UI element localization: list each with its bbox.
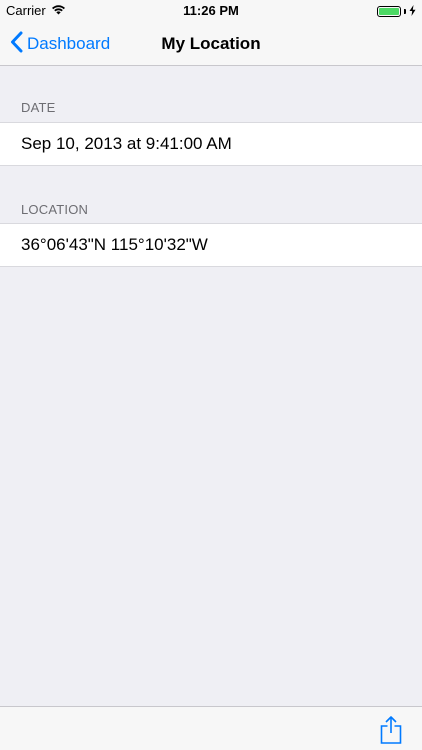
location-value: 36°06'43"N 115°10'32"W (21, 235, 208, 254)
share-icon (380, 716, 402, 748)
status-bar: Carrier 11:26 PM (0, 0, 422, 22)
battery-icon (377, 6, 401, 17)
battery-level (379, 8, 399, 15)
charging-bolt-icon (409, 4, 416, 19)
date-cell: Sep 10, 2013 at 9:41:00 AM (0, 122, 422, 166)
date-section-header: DATE (21, 100, 56, 115)
status-time: 11:26 PM (183, 3, 239, 18)
battery-indicator (377, 4, 416, 19)
battery-nub (404, 9, 406, 14)
navigation-bar: Dashboard My Location (0, 22, 422, 66)
date-value: Sep 10, 2013 at 9:41:00 AM (21, 134, 232, 153)
share-button[interactable] (380, 716, 402, 749)
bottom-toolbar (0, 706, 422, 750)
location-cell: 36°06'43"N 115°10'32"W (0, 223, 422, 267)
location-section-header: LOCATION (21, 202, 89, 217)
page-title: My Location (161, 34, 261, 53)
